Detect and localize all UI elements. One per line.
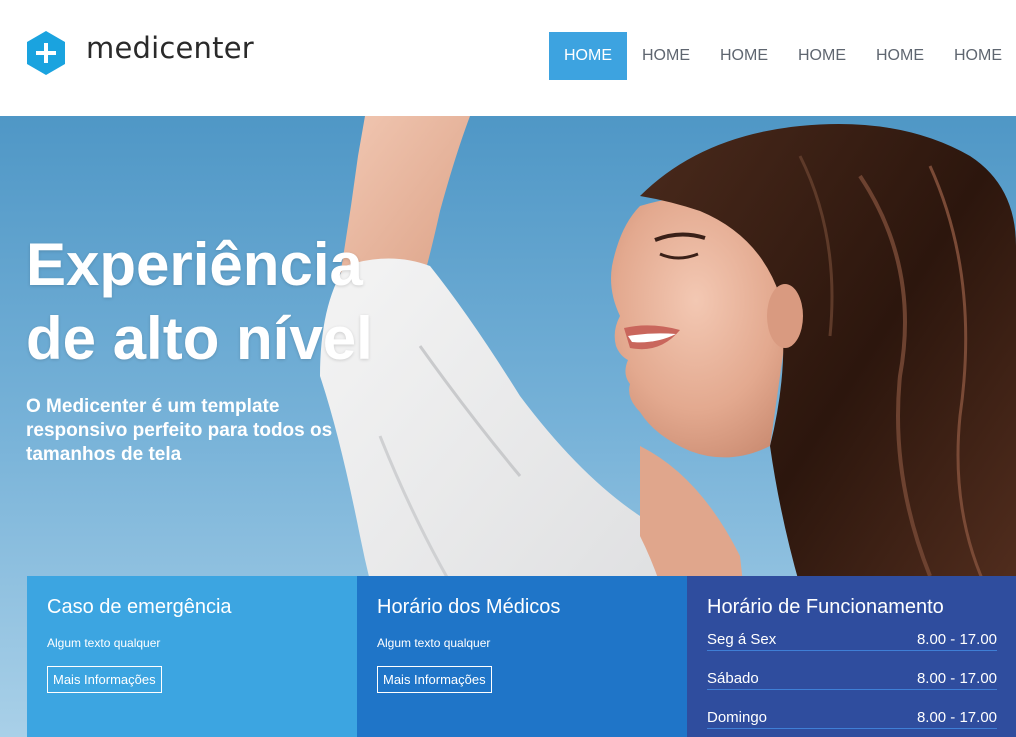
medical-cross-icon [27, 31, 65, 75]
brand-name: medicenter [86, 31, 254, 65]
doctors-hours-text: Algum texto qualquer [377, 636, 491, 650]
emergency-box: Caso de emergência Algum texto qualquer … [27, 576, 357, 737]
doctors-hours-title: Horário dos Médicos [377, 596, 561, 618]
nav-item-home-2[interactable]: HOME [627, 32, 705, 80]
hours-day: Seg á Sex [707, 631, 777, 648]
opening-hours-title: Horário de Funcionamento [707, 596, 944, 618]
emergency-text: Algum texto qualquer [47, 636, 161, 650]
doctors-more-info-button[interactable]: Mais Informações [377, 666, 492, 693]
hours-row: Sábado 8.00 - 17.00 [707, 670, 997, 690]
nav-item-home-1[interactable]: HOME [549, 32, 627, 80]
emergency-more-info-button[interactable]: Mais Informações [47, 666, 162, 693]
nav-item-home-4[interactable]: HOME [783, 32, 861, 80]
nav-item-home-5[interactable]: HOME [861, 32, 939, 80]
site-header: medicenter HOME HOME HOME HOME HOME HOME [0, 0, 1016, 116]
logo[interactable]: medicenter [26, 30, 254, 76]
hero-title-line-2: de alto nível [26, 305, 373, 372]
hero-title-line-1: Experiência [26, 231, 363, 298]
info-boxes: Caso de emergência Algum texto qualquer … [27, 576, 1016, 737]
hours-time: 8.00 - 17.00 [916, 670, 997, 687]
emergency-title: Caso de emergência [47, 596, 232, 618]
opening-hours-box: Horário de Funcionamento Seg á Sex 8.00 … [687, 576, 1016, 737]
hours-row: Seg á Sex 8.00 - 17.00 [707, 631, 997, 651]
hours-row: Domingo 8.00 - 17.00 [707, 709, 997, 729]
hero-subtitle: O Medicenter é um template responsivo pe… [26, 396, 333, 465]
nav-item-home-6[interactable]: HOME [939, 32, 1016, 80]
hero-title: Experiência de alto nível [26, 228, 426, 376]
hours-day: Domingo [707, 709, 768, 726]
hours-day: Sábado [707, 670, 759, 687]
main-nav: HOME HOME HOME HOME HOME HOME [549, 32, 1016, 80]
nav-item-home-3[interactable]: HOME [705, 32, 783, 80]
hours-time: 8.00 - 17.00 [916, 709, 997, 726]
doctors-hours-box: Horário dos Médicos Algum texto qualquer… [357, 576, 687, 737]
hours-time: 8.00 - 17.00 [916, 631, 997, 648]
